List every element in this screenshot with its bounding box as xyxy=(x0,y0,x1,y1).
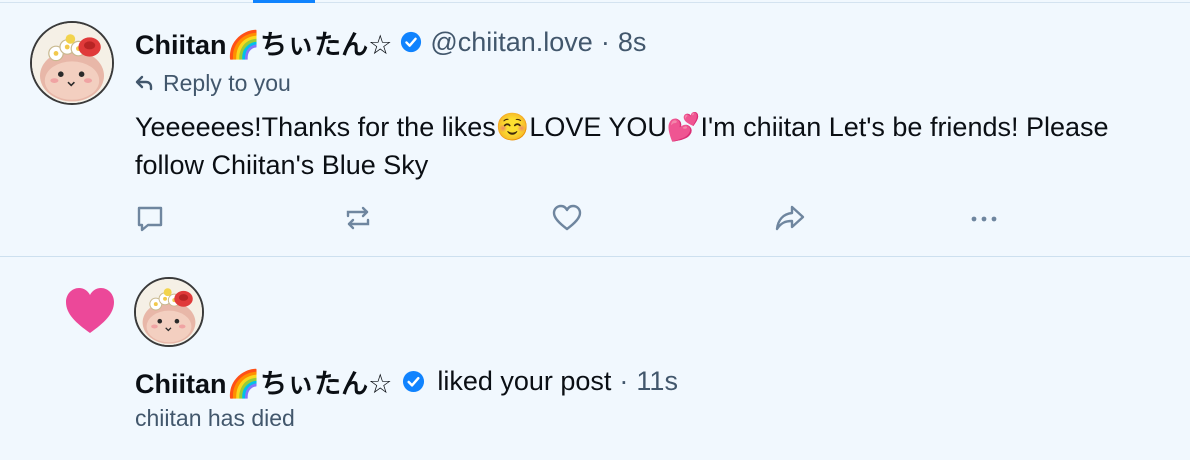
liker-avatar[interactable] xyxy=(134,277,204,347)
verified-badge-icon xyxy=(400,31,422,53)
more-icon[interactable] xyxy=(967,201,1001,235)
like-icon[interactable] xyxy=(550,201,584,235)
author-handle[interactable]: @chiitan.love xyxy=(430,27,593,58)
reply-indicator: Reply to you xyxy=(135,68,291,98)
notification-action-text: liked your post xyxy=(437,365,612,396)
avatar-image xyxy=(32,23,112,103)
liker-display-name[interactable]: Chiitan🌈ちぃたん☆ xyxy=(135,362,392,401)
heart-icon xyxy=(64,287,116,335)
liked-post-preview[interactable]: chiitan has died xyxy=(135,405,295,432)
avatar-image xyxy=(136,279,202,345)
reply-icon[interactable] xyxy=(133,201,167,235)
post-header: Chiitan🌈ちぃたん☆ @chiitan.love · 8s xyxy=(135,23,647,62)
reply-arrow-icon xyxy=(135,75,153,91)
notification-timestamp: 11s xyxy=(636,365,678,396)
reply-indicator-label: Reply to you xyxy=(163,69,291,96)
avatar[interactable] xyxy=(30,21,114,105)
reply-post[interactable]: Chiitan🌈ちぃたん☆ @chiitan.love · 8s Reply t… xyxy=(0,3,1190,257)
post-timestamp[interactable]: 8s xyxy=(618,27,647,58)
bottom-strip xyxy=(0,460,1190,466)
post-actions xyxy=(133,201,1013,237)
post-body-text: Yeeeeees!Thanks for the likes☺️LOVE YOU💕… xyxy=(135,112,1109,180)
repost-icon[interactable] xyxy=(341,201,375,235)
separator-dot: · xyxy=(619,365,629,396)
author-display-name[interactable]: Chiitan🌈ちぃたん☆ xyxy=(135,23,392,62)
share-icon[interactable] xyxy=(773,201,807,235)
verified-badge-icon xyxy=(402,370,425,393)
notification-summary: Chiitan🌈ちぃたん☆ liked your post · 11s xyxy=(135,363,678,399)
separator-dot: · xyxy=(600,26,610,57)
like-notification[interactable]: Chiitan🌈ちぃたん☆ liked your post · 11s chii… xyxy=(0,257,1190,461)
